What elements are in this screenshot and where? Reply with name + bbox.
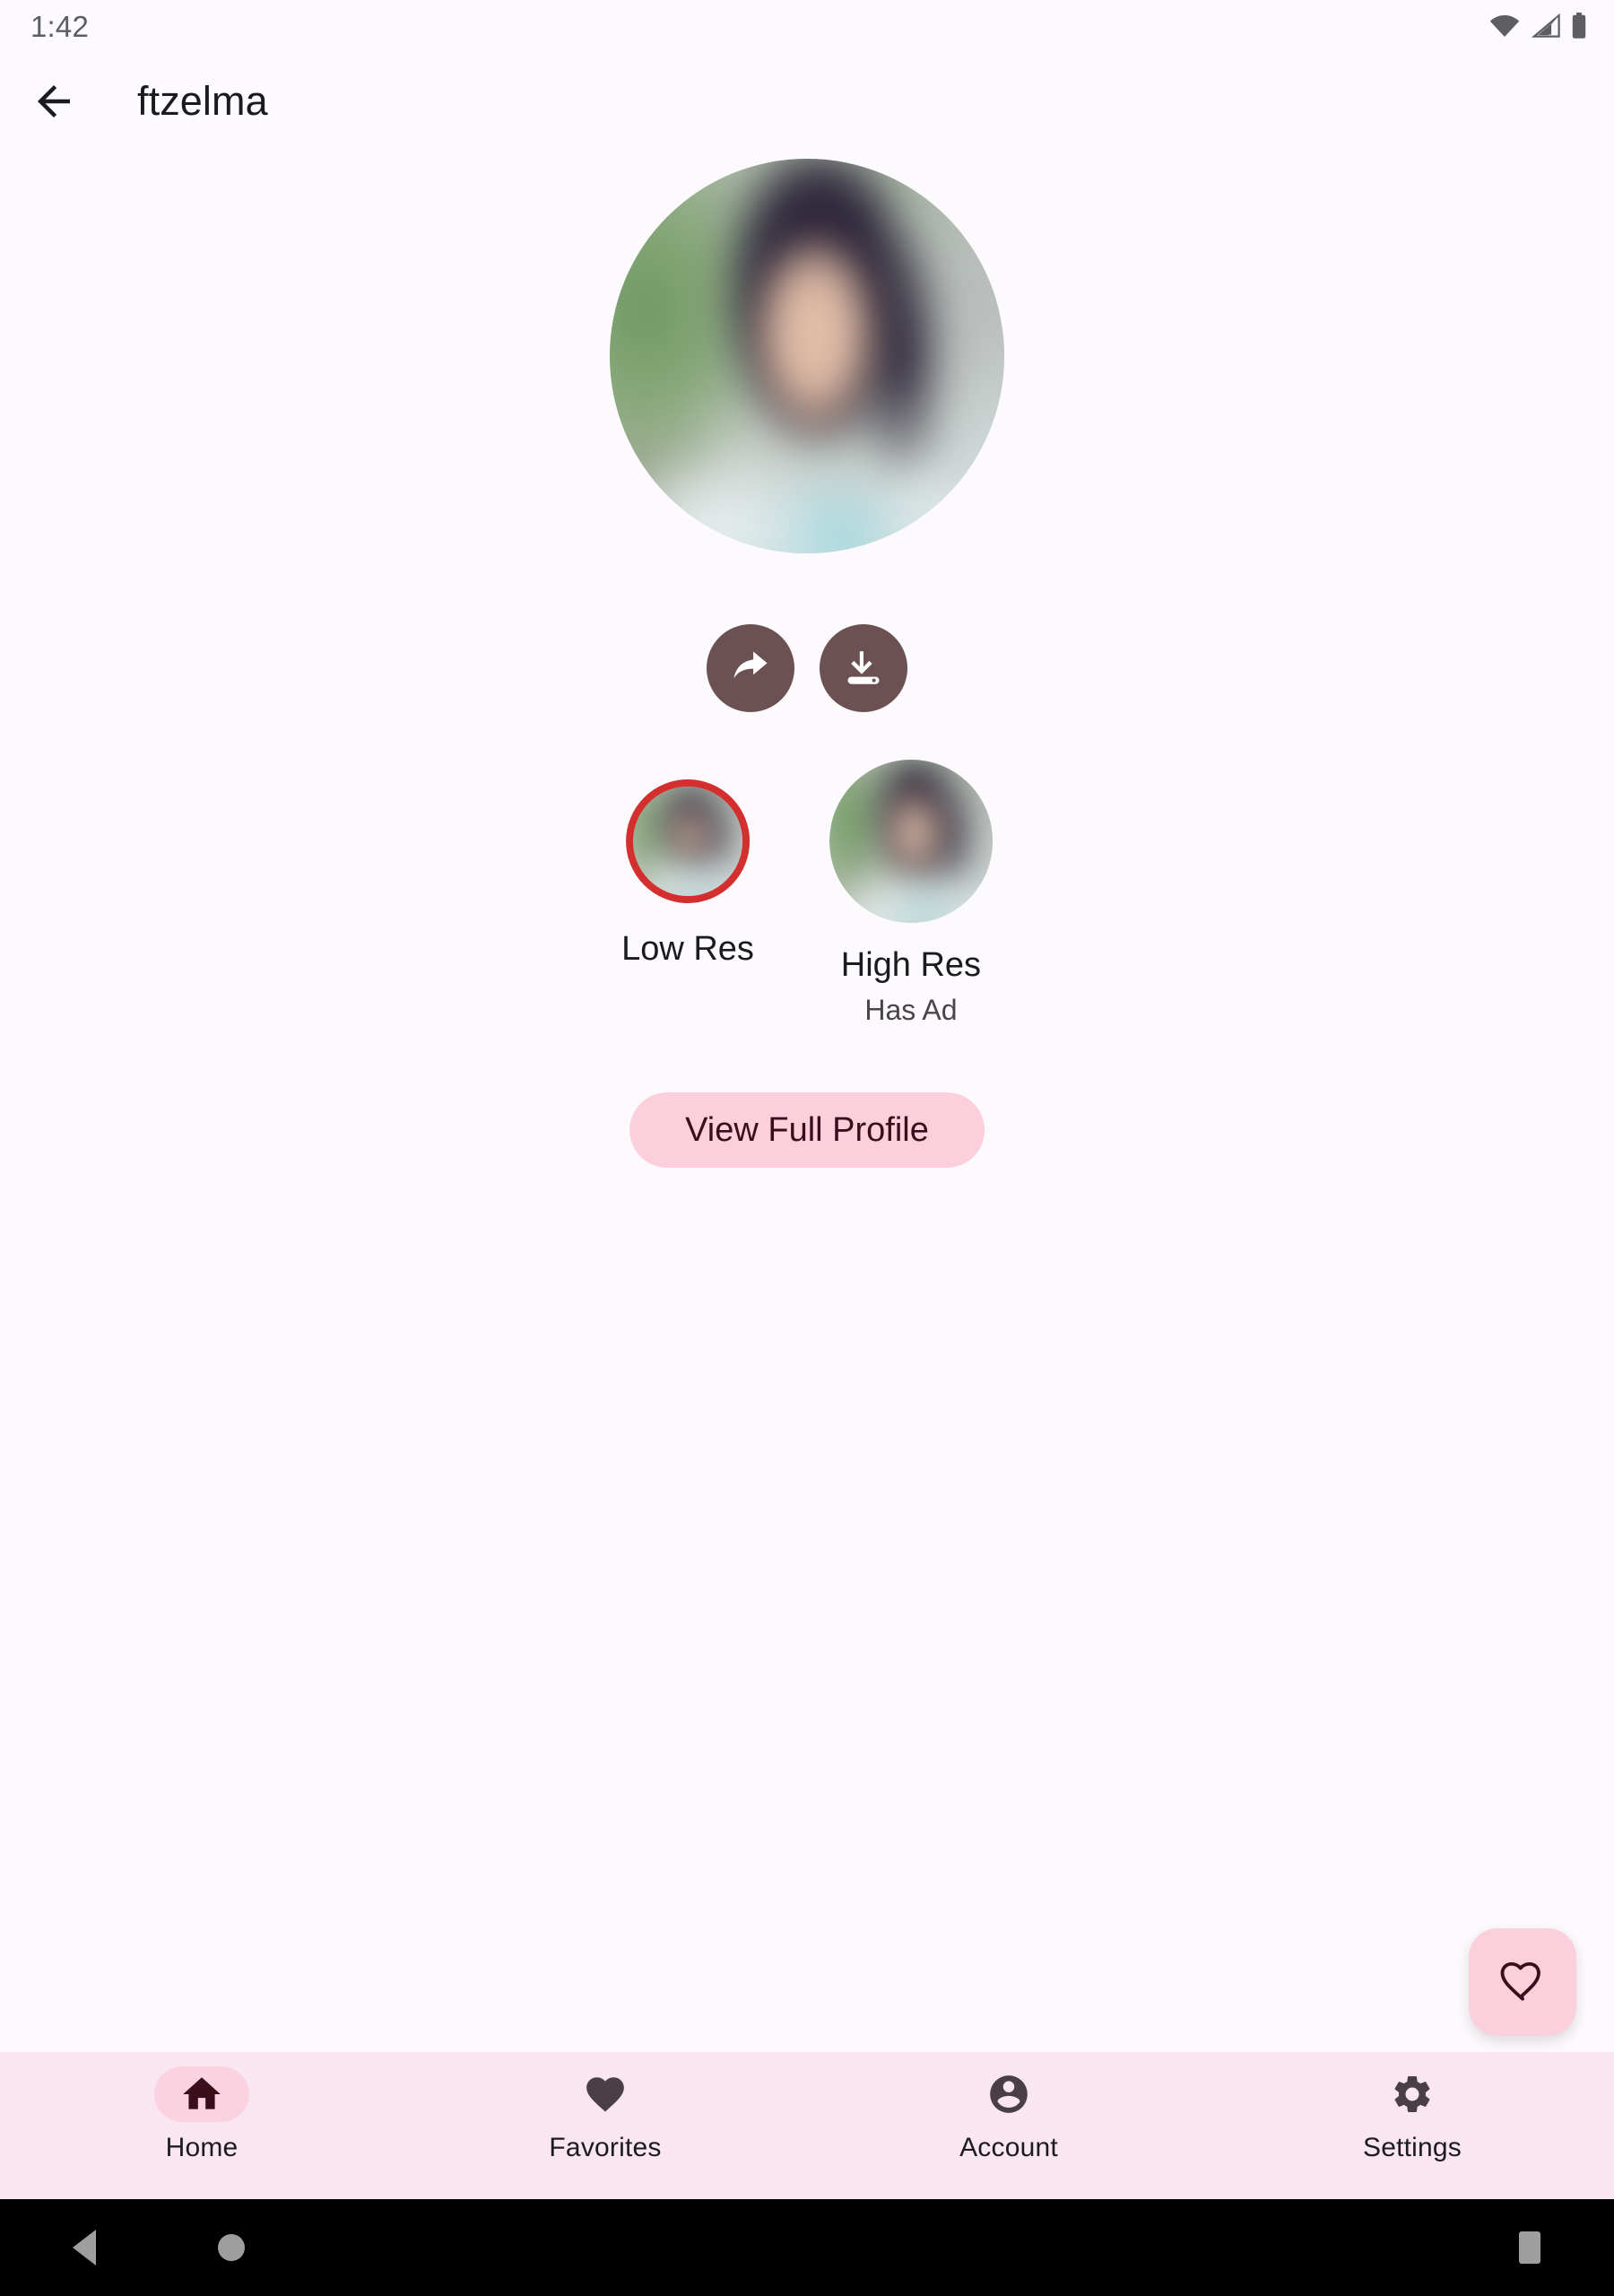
nav-item-settings[interactable]: Settings [1210,2066,1614,2163]
circle-home-icon [218,2234,245,2261]
resolution-label: Low Res [621,930,754,968]
system-navigation-bar [0,2199,1614,2296]
nav-label: Settings [1363,2133,1462,2162]
resolution-sublabel: Has Ad [864,994,958,1026]
status-bar: 1:42 [0,0,1614,52]
heart-outline-icon [1498,1958,1547,2006]
arrow-back-icon [30,77,78,126]
low-res-thumbnail [626,779,750,903]
view-full-profile-button[interactable]: View Full Profile [629,1092,985,1168]
nav-item-home[interactable]: Home [0,2066,404,2163]
page-title: ftzelma [137,78,268,124]
back-button[interactable] [11,58,97,144]
system-recents-button[interactable] [1503,2221,1557,2274]
status-bar-icons [1488,13,1587,39]
bottom-navigation: Home Favorites Account Settings [0,2052,1614,2199]
nav-label: Account [959,2133,1058,2162]
app-bar: ftzelma [0,52,1614,151]
nav-label: Home [165,2133,239,2162]
low-res-thumbnail-image [633,787,742,896]
download-button[interactable] [820,624,907,712]
status-bar-clock: 1:42 [30,9,90,43]
cellular-signal-icon [1532,13,1560,39]
system-back-button[interactable] [57,2221,111,2274]
favorite-fab[interactable] [1469,1928,1576,2036]
high-res-thumbnail [829,760,993,923]
nav-indicator [558,2066,653,2122]
hero-avatar-wrap [610,159,1004,553]
system-home-button[interactable] [204,2221,258,2274]
resolution-option-low-res[interactable]: Low Res [621,760,754,969]
resolution-options: Low Res High Res Has Ad [621,760,993,1027]
nav-indicator [1365,2066,1460,2122]
triangle-back-icon [73,2230,96,2266]
share-button[interactable] [707,624,794,712]
nav-active-indicator [154,2066,249,2122]
high-res-thumbnail-image [829,760,993,923]
heart-filled-icon [583,2072,628,2117]
wifi-icon [1488,13,1521,39]
nav-item-favorites[interactable]: Favorites [404,2066,807,2163]
nav-item-account[interactable]: Account [807,2066,1210,2163]
resolution-label: High Res [840,946,982,984]
resolution-option-high-res[interactable]: High Res Has Ad [829,760,993,1027]
account-circle-icon [986,2072,1031,2117]
profile-photo[interactable] [610,159,1004,553]
hero-action-buttons [707,624,907,712]
battery-icon [1571,13,1587,39]
nav-label: Favorites [549,2133,662,2162]
home-icon [179,2072,224,2117]
square-recents-icon [1519,2231,1540,2264]
profile-photo-image [610,159,1004,553]
phone-screen: 1:42 ftzelma Low Res High Res Has Ad Vie… [0,0,1614,2296]
nav-indicator [961,2066,1056,2122]
main-content: Low Res High Res Has Ad View Full Profil… [0,151,1614,2052]
gear-icon [1390,2072,1435,2117]
download-icon [841,646,886,691]
share-arrow-icon [728,646,773,691]
